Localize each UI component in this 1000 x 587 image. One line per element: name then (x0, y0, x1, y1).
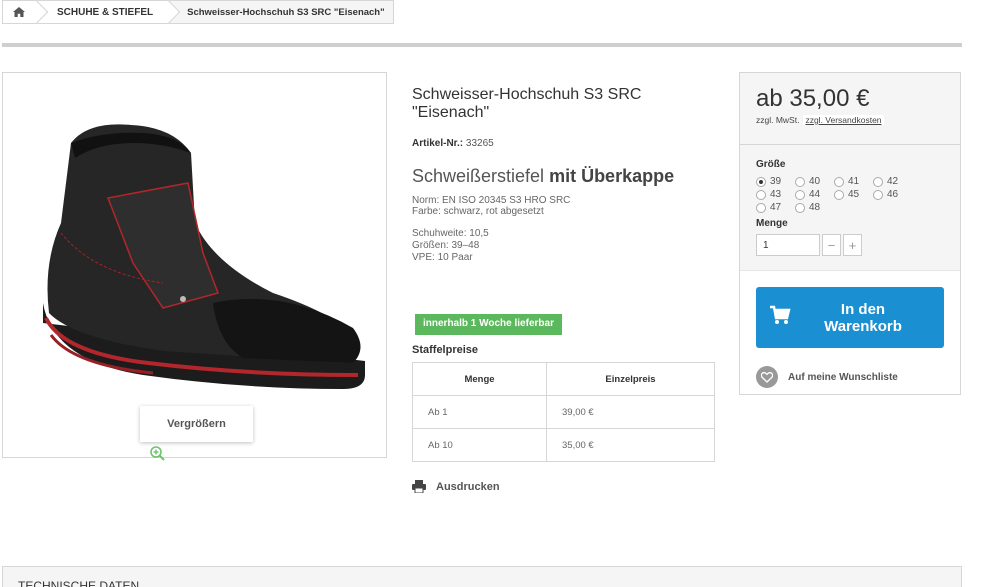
tech-data-heading[interactable]: TECHNISCHE DATEN (2, 566, 962, 587)
quantity-plus-button[interactable]: + (843, 234, 862, 256)
breadcrumb-current: Schweisser-Hochschuh S3 SRC "Eisenach" (169, 1, 393, 23)
size-option-label: 44 (809, 189, 821, 200)
table-header-menge: Menge (411, 362, 548, 396)
size-radio[interactable] (873, 189, 883, 200)
size-label: Größe (756, 159, 786, 170)
wishlist-label: Auf meine Wunschliste (788, 371, 898, 383)
quantity-stepper: 1 − + (756, 234, 944, 256)
size-option-label: 40 (809, 176, 821, 187)
spec-norm: Norm: EN ISO 20345 S3 HRO SRC (412, 195, 571, 206)
spec-farbe: Farbe: schwarz, rot abgesetzt (412, 206, 544, 217)
spec-vpe: VPE: 10 Paar (412, 252, 473, 263)
cart-label-line2: Warenkorb (824, 317, 902, 335)
size-option-40[interactable]: 40 (795, 175, 834, 188)
article-number-value: 33265 (465, 138, 494, 149)
buy-box: ab 35,00 € zzgl. MwSt. zzgl. Versandkost… (739, 72, 961, 395)
size-radio[interactable] (795, 189, 805, 200)
spec-schuhweite: Schuhweite: 10,5 (412, 228, 489, 239)
size-radio[interactable] (834, 189, 844, 200)
breadcrumb: SCHUHE & STIEFEL Schweisser-Hochschuh S3… (2, 0, 394, 24)
staffel-title: Staffelpreise (412, 344, 479, 356)
size-option-43[interactable]: 43 (756, 188, 795, 201)
price-box: ab 35,00 € zzgl. MwSt. zzgl. Versandkost… (740, 73, 960, 145)
size-option-label: 43 (770, 189, 782, 200)
spec-groessen: Größen: 39–48 (412, 240, 480, 251)
table-cell-preis: 35,00 € (546, 428, 715, 462)
article-number-label: Artikel-Nr.: (412, 138, 464, 149)
size-radio[interactable] (756, 189, 766, 200)
print-link[interactable]: Ausdrucken (412, 480, 500, 493)
size-option-47[interactable]: 47 (756, 201, 795, 214)
table-header-einzelpreis: Einzelpreis (546, 362, 715, 396)
options: Größe 39 40 41 42 43 44 45 46 47 48 Menge 1 − + (740, 145, 960, 256)
size-radio[interactable] (756, 202, 766, 213)
home-icon (13, 7, 25, 17)
zoom-button[interactable]: Vergrößern (140, 406, 253, 461)
size-option-41[interactable]: 41 (834, 175, 873, 188)
cart-label-line1: In den (840, 300, 886, 318)
heart-icon (756, 366, 778, 388)
qty-label: Menge (756, 218, 788, 229)
quantity-minus-button[interactable]: − (822, 234, 841, 256)
price: ab 35,00 € (756, 85, 870, 112)
size-radio[interactable] (756, 176, 766, 187)
size-radio[interactable] (795, 176, 805, 187)
size-option-42[interactable]: 42 (873, 175, 912, 188)
product-image (43, 124, 365, 389)
size-option-label: 48 (809, 202, 821, 213)
quantity-input[interactable]: 1 (756, 234, 820, 256)
size-option-45[interactable]: 45 (834, 188, 873, 201)
size-radio[interactable] (795, 202, 805, 213)
product-info: Schweisser-Hochschuh S3 SRC "Eisenach" A… (412, 86, 722, 264)
size-option-label: 39 (770, 176, 782, 187)
size-option-48[interactable]: 48 (795, 201, 834, 214)
size-option-label: 46 (887, 189, 899, 200)
article-number: Artikel-Nr.: 33265 (412, 138, 722, 149)
table-header-row: Menge Einzelpreis (411, 362, 715, 396)
product-specs-1: Norm: EN ISO 20345 S3 HRO SRC Farbe: sch… (412, 195, 722, 217)
product-title: Schweisser-Hochschuh S3 SRC "Eisenach" (412, 86, 642, 121)
size-option-label: 47 (770, 202, 782, 213)
zoom-label: Vergrößern (167, 418, 226, 430)
tax-info: zzgl. MwSt. zzgl. Versandkosten (756, 115, 944, 125)
shipping-link[interactable]: zzgl. Versandkosten (803, 115, 884, 125)
printer-icon (412, 480, 426, 493)
product-subheading: Schweißerstiefel mit Überkappe (412, 166, 722, 187)
size-option-label: 45 (848, 189, 860, 200)
breadcrumb-category[interactable]: SCHUHE & STIEFEL (37, 1, 169, 23)
table-cell-menge: Ab 1 (411, 395, 548, 429)
size-option-label: 42 (887, 176, 899, 187)
breadcrumb-home[interactable] (3, 1, 37, 23)
size-radio[interactable] (873, 176, 883, 187)
product-specs-2: Schuhweite: 10,5 Größen: 39–48 VPE: 10 P… (412, 228, 722, 264)
size-option-label: 41 (848, 176, 860, 187)
subheading-bold: mit Überkappe (549, 166, 675, 186)
table-row: Ab 1 39,00 € (411, 395, 715, 429)
cart-area: In den Warenkorb Auf meine Wunschliste (740, 270, 960, 394)
table-cell-preis: 39,00 € (546, 395, 715, 429)
size-radio[interactable] (834, 176, 844, 187)
cart-icon (770, 305, 791, 324)
table-row: Ab 10 35,00 € (411, 428, 715, 462)
availability-badge: innerhalb 1 Woche lieferbar (415, 314, 562, 335)
table-cell-menge: Ab 10 (411, 428, 548, 462)
magnifier-plus-icon (150, 446, 165, 461)
print-label: Ausdrucken (436, 480, 500, 493)
header-divider (2, 43, 962, 47)
staffel-table: Menge Einzelpreis Ab 1 39,00 € Ab 10 35,… (411, 362, 715, 462)
tax-label: zzgl. MwSt. (756, 115, 800, 125)
add-to-cart-button[interactable]: In den Warenkorb (756, 287, 944, 348)
product-image-box[interactable]: Vergrößern (2, 72, 387, 461)
size-option-46[interactable]: 46 (873, 188, 912, 201)
size-option-39[interactable]: 39 (756, 175, 795, 188)
subheading-plain: Schweißerstiefel (412, 166, 545, 186)
size-option-44[interactable]: 44 (795, 188, 834, 201)
wishlist-link[interactable]: Auf meine Wunschliste (756, 366, 898, 388)
size-options: 39 40 41 42 43 44 45 46 47 48 (756, 175, 946, 214)
